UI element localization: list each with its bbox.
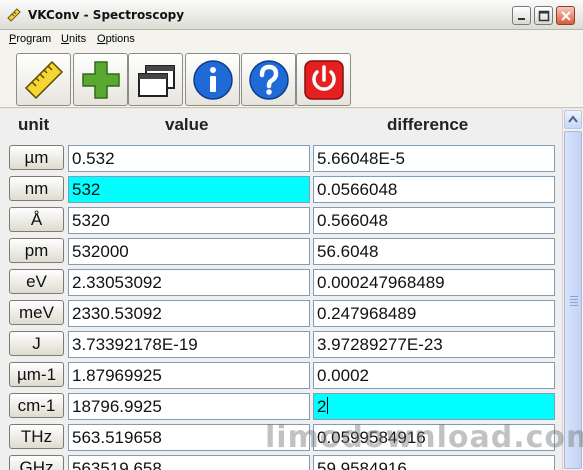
text-caret [327, 397, 329, 414]
windows-icon [138, 65, 175, 97]
scroll-thumb[interactable] [564, 131, 582, 469]
grip-line [570, 299, 578, 300]
minimize-button[interactable] [512, 6, 531, 25]
header-unit: unit [18, 115, 50, 134]
unit-button-pm[interactable]: pm [9, 238, 64, 263]
app-window: VKConv - Spectroscopy Program Units Opti… [0, 0, 583, 470]
value-field[interactable]: 5320 [68, 207, 310, 234]
table-row: meV 2330.53092 0.247968489 [0, 297, 562, 328]
unit-button-um-1[interactable]: µm-1 [9, 362, 64, 387]
value-field[interactable]: 1.87969925 [68, 362, 310, 389]
maximize-icon [538, 10, 550, 22]
title-bar[interactable]: VKConv - Spectroscopy [0, 0, 583, 30]
table-row: eV 2.33053092 0.000247968489 [0, 266, 562, 297]
difference-field[interactable]: 0.247968489 [313, 300, 555, 327]
plus-icon [82, 61, 120, 99]
ruler-icon [24, 60, 64, 100]
header-difference: difference [387, 115, 469, 134]
value-field[interactable]: 0.532 [68, 145, 310, 172]
value-field[interactable]: 18796.9925 [68, 393, 310, 420]
unit-button-nm[interactable]: nm [9, 176, 64, 201]
info-button[interactable] [185, 53, 240, 106]
unit-button-ghz[interactable]: GHz [9, 455, 64, 470]
grip-line [570, 305, 578, 306]
table-row: Å 5320 0.566048 [0, 204, 562, 235]
unit-button-angstrom[interactable]: Å [9, 207, 64, 232]
table-row: GHz 563519.658 59.9584916 [0, 452, 562, 470]
value-field[interactable]: 563.519658 [68, 424, 310, 451]
add-button[interactable] [73, 53, 128, 106]
conversion-table: unit value difference µm 0.532 5.66048E-… [0, 109, 562, 470]
table-row: THz 563.519658 0.0599584916 [0, 421, 562, 452]
power-icon [304, 60, 344, 100]
table-row: cm-1 18796.9925 2 [0, 390, 562, 421]
table-row: nm 532 0.0566048 [0, 173, 562, 204]
header-value: value [165, 115, 209, 134]
table-row: µm 0.532 5.66048E-5 [0, 142, 562, 173]
value-field[interactable]: 3.73392178E-19 [68, 331, 310, 358]
value-field[interactable]: 532000 [68, 238, 310, 265]
difference-field[interactable]: 0.0599584916 [313, 424, 555, 451]
difference-field[interactable]: 5.66048E-5 [313, 145, 555, 172]
unit-button-j[interactable]: J [9, 331, 64, 356]
ruler-button[interactable] [16, 53, 71, 106]
value-field[interactable]: 532 [68, 176, 310, 203]
difference-field[interactable]: 56.6048 [313, 238, 555, 265]
table-row: µm-1 1.87969925 0.0002 [0, 359, 562, 390]
unit-button-ev[interactable]: eV [9, 269, 64, 294]
arrow-up-icon [568, 115, 578, 123]
difference-field[interactable]: 0.566048 [313, 207, 555, 234]
difference-field[interactable]: 59.9584916 [313, 455, 555, 470]
vertical-scrollbar[interactable] [562, 109, 583, 470]
help-icon [249, 60, 289, 100]
difference-field[interactable]: 0.0002 [313, 362, 555, 389]
unit-button-cm-1[interactable]: cm-1 [9, 393, 64, 418]
unit-button-thz[interactable]: THz [9, 424, 64, 449]
value-field[interactable]: 2330.53092 [68, 300, 310, 327]
menu-units[interactable]: Units [61, 33, 86, 45]
minimize-icon [518, 18, 525, 20]
maximize-button[interactable] [534, 6, 553, 25]
menu-options[interactable]: Options [97, 33, 135, 45]
difference-field[interactable]: 0.000247968489 [313, 269, 555, 296]
value-field[interactable]: 563519.658 [68, 455, 310, 470]
table-row: J 3.73392178E-19 3.97289277E-23 [0, 328, 562, 359]
difference-text: 2 [317, 397, 327, 416]
exit-button[interactable] [296, 53, 351, 106]
difference-field[interactable]: 3.97289277E-23 [313, 331, 555, 358]
app-ruler-icon [7, 8, 21, 22]
toolbar [0, 49, 583, 108]
table-row: pm 532000 56.6048 [0, 235, 562, 266]
grip-line [570, 302, 578, 303]
scroll-up-button[interactable] [564, 110, 582, 129]
window-title: VKConv - Spectroscopy [28, 8, 185, 22]
grip-line [570, 296, 578, 297]
menu-bar: Program Units Options [0, 30, 583, 49]
info-icon [193, 60, 233, 100]
value-field[interactable]: 2.33053092 [68, 269, 310, 296]
close-icon [561, 11, 571, 21]
help-button[interactable] [241, 53, 296, 106]
close-button[interactable] [556, 6, 575, 25]
difference-field-active[interactable]: 2 [313, 393, 555, 420]
unit-button-mev[interactable]: meV [9, 300, 64, 325]
windows-button[interactable] [128, 53, 183, 106]
unit-button-um[interactable]: µm [9, 145, 64, 170]
menu-program[interactable]: Program [9, 33, 51, 45]
difference-field[interactable]: 0.0566048 [313, 176, 555, 203]
